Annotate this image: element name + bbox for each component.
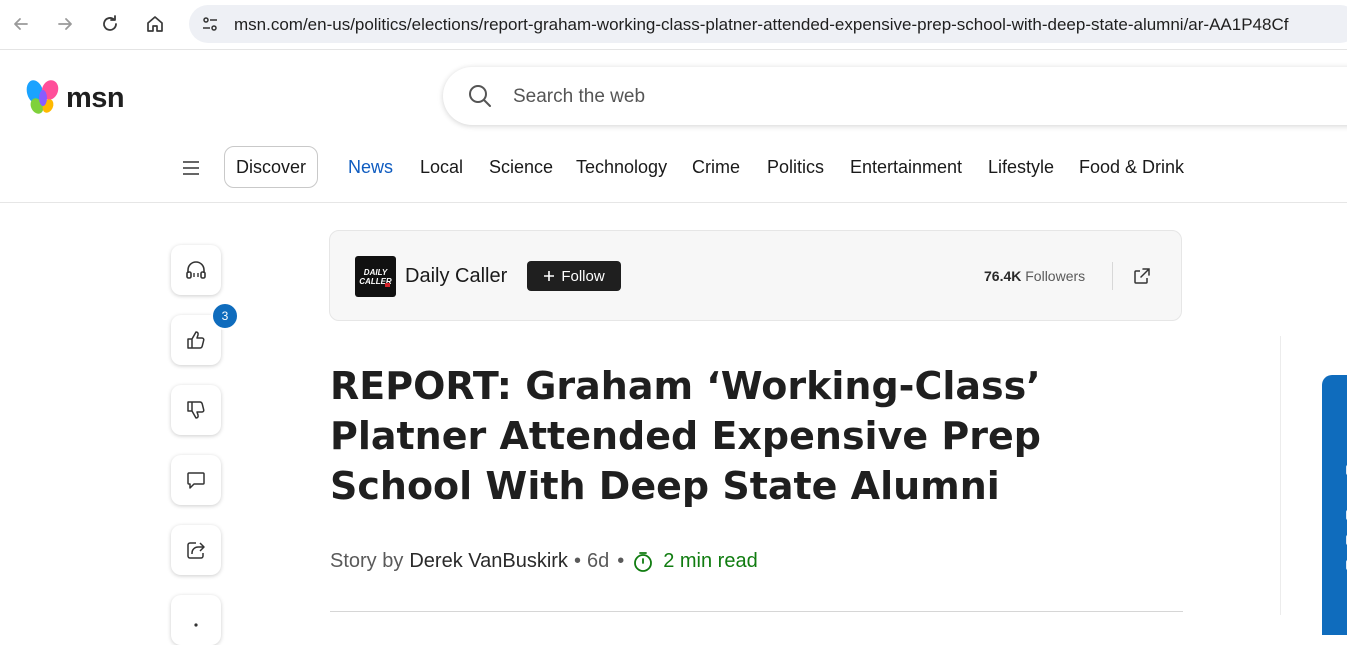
nav-item-science[interactable]: Science	[489, 157, 553, 178]
nav-item-crime[interactable]: Crime	[692, 157, 740, 178]
reload-button[interactable]	[96, 10, 124, 38]
discover-button[interactable]: Discover	[224, 146, 318, 188]
read-time-text: 2 min read	[663, 550, 758, 572]
article-headline: REPORT: Graham ‘Working-Class’ Platner A…	[330, 364, 1041, 508]
listen-button[interactable]	[171, 245, 221, 295]
publisher-card: DAILY CALLER Daily Caller Follow 76.4K F…	[329, 230, 1182, 321]
site-settings-icon	[203, 17, 217, 31]
home-icon	[147, 16, 163, 32]
publisher-logo-accent	[385, 283, 390, 287]
nav-item-news[interactable]: News	[348, 157, 393, 178]
publisher-logo-text-1: DAILY	[363, 267, 388, 277]
byline-separator: •	[573, 550, 581, 572]
nav-item-local[interactable]: Local	[420, 157, 463, 178]
arrow-right-icon	[58, 18, 72, 30]
msn-logo[interactable]: msn	[24, 78, 125, 118]
right-column-divider	[1280, 336, 1281, 615]
comment-button[interactable]	[171, 455, 221, 505]
browser-toolbar: msn.com/en-us/politics/elections/report-…	[0, 0, 1347, 50]
nav-item-food-drink[interactable]: Food & Drink	[1079, 157, 1184, 178]
followers-number: 76.4K	[984, 268, 1022, 284]
share-button[interactable]	[171, 525, 221, 575]
back-button[interactable]	[7, 10, 35, 38]
site-info-button[interactable]	[197, 11, 223, 37]
like-count-badge: 3	[211, 302, 239, 330]
menu-icon[interactable]	[181, 158, 201, 178]
followers-count: 76.4K Followers	[984, 268, 1085, 284]
stopwatch-icon	[634, 551, 653, 572]
plus-icon	[544, 271, 555, 281]
search-box[interactable]: Search the web	[443, 67, 1347, 125]
byline: Story by Derek VanBuskirk • 6d • 2 min r…	[330, 550, 758, 573]
content-divider	[330, 611, 1183, 612]
headphones-icon	[186, 261, 206, 279]
right-promo-panel[interactable]	[1322, 375, 1347, 635]
nav-item-technology[interactable]: Technology	[576, 157, 667, 178]
search-input[interactable]: Search the web	[513, 86, 645, 108]
more-button[interactable]	[171, 595, 221, 645]
byline-separator: •	[617, 550, 625, 572]
butterfly-logo-icon	[26, 80, 59, 114]
publisher-name[interactable]: Daily Caller	[405, 265, 507, 288]
nav-item-lifestyle[interactable]: Lifestyle	[988, 157, 1054, 178]
home-button[interactable]	[141, 10, 169, 38]
card-divider	[1112, 262, 1113, 290]
thumbs-up-icon	[187, 331, 205, 349]
dislike-button[interactable]	[171, 385, 221, 435]
article-age: 6d	[586, 550, 610, 572]
nav-item-politics[interactable]: Politics	[767, 157, 824, 178]
arrow-left-icon	[14, 18, 28, 30]
more-dots-icon	[194, 623, 198, 627]
category-nav: Discover News Local Science Technology C…	[0, 140, 1347, 203]
share-icon	[187, 542, 205, 559]
read-time: 2 min read	[632, 550, 758, 573]
refresh-icon	[103, 15, 117, 31]
follow-label: Follow	[561, 267, 605, 285]
thumbs-down-icon	[187, 401, 205, 419]
forward-button[interactable]	[51, 10, 79, 38]
story-by-label: Story by	[330, 550, 404, 572]
address-bar[interactable]: msn.com/en-us/politics/elections/report-…	[189, 5, 1347, 43]
url-text[interactable]: msn.com/en-us/politics/elections/report-…	[234, 15, 1288, 35]
followers-label: Followers	[1025, 268, 1086, 284]
nav-item-entertainment[interactable]: Entertainment	[850, 157, 962, 178]
external-link-icon[interactable]	[1132, 266, 1152, 286]
search-icon	[469, 85, 491, 107]
follow-button[interactable]: Follow	[527, 261, 621, 291]
logo-text: msn	[66, 81, 125, 114]
author-link[interactable]: Derek VanBuskirk	[409, 550, 568, 573]
comment-icon	[187, 472, 205, 489]
publisher-logo[interactable]: DAILY CALLER	[355, 256, 396, 297]
